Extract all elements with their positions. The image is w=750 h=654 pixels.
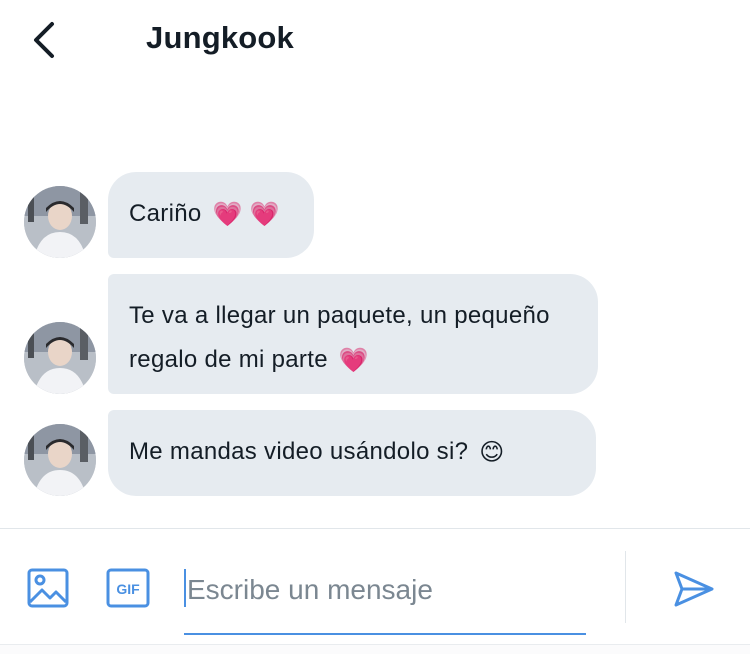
smile-emoji: 😊 bbox=[479, 438, 505, 466]
message-text: Cariño bbox=[129, 200, 202, 227]
send-icon bbox=[674, 571, 714, 607]
add-media-button[interactable] bbox=[24, 565, 72, 611]
back-button[interactable] bbox=[22, 16, 66, 64]
conversation-title[interactable]: Jungkook bbox=[146, 20, 294, 56]
message-text: Me mandas video usándolo si? bbox=[129, 438, 469, 465]
text-caret bbox=[184, 569, 186, 607]
message-row: Te va a llegar un paquete, un pequeño re… bbox=[0, 274, 750, 394]
message-bubble[interactable]: Cariño 💗 💗 bbox=[108, 172, 314, 258]
gif-button[interactable]: GIF bbox=[104, 565, 152, 611]
gif-icon: GIF bbox=[106, 568, 150, 608]
message-input-wrap bbox=[184, 565, 589, 635]
dm-conversation-screen: Jungkook Cariño 💗 💗 Te va a llegar un pa… bbox=[0, 0, 750, 654]
conversation-header: Jungkook bbox=[0, 0, 750, 80]
input-underline bbox=[184, 633, 586, 635]
avatar[interactable] bbox=[24, 186, 96, 258]
message-bubble[interactable]: Me mandas video usándolo si? 😊 bbox=[108, 410, 596, 496]
gif-label: GIF bbox=[116, 581, 140, 597]
heart-emoji: 💗 💗 bbox=[212, 200, 280, 228]
bottom-edge bbox=[0, 644, 750, 654]
send-button[interactable] bbox=[668, 563, 720, 615]
heart-emoji: 💗 bbox=[338, 346, 369, 374]
message-composer: GIF bbox=[0, 529, 750, 654]
message-row: Me mandas video usándolo si? 😊 bbox=[0, 410, 750, 496]
chevron-left-icon bbox=[34, 22, 54, 58]
avatar[interactable] bbox=[24, 322, 96, 394]
image-icon bbox=[27, 568, 69, 608]
message-bubble[interactable]: Te va a llegar un paquete, un pequeño re… bbox=[108, 274, 598, 394]
message-input[interactable] bbox=[184, 565, 589, 615]
message-row: Cariño 💗 💗 bbox=[0, 172, 750, 258]
composer-separator bbox=[625, 551, 626, 623]
avatar[interactable] bbox=[24, 424, 96, 496]
